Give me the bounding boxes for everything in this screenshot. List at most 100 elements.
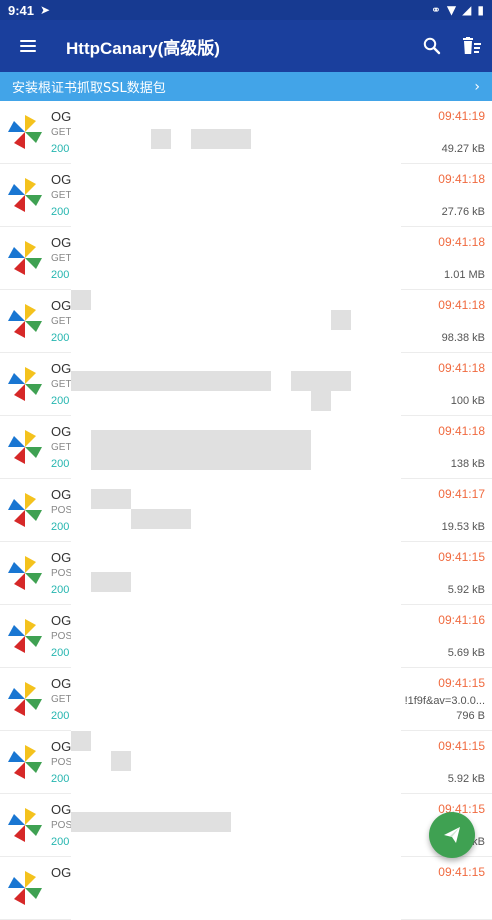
app-title: HttpCanary(高级版) [66, 38, 220, 58]
request-method: POS [51, 757, 73, 768]
request-time: 09:41:18 [438, 235, 485, 249]
request-time: 09:41:18 [438, 424, 485, 438]
redaction-block [231, 129, 251, 149]
status-code: 200 [51, 206, 70, 218]
request-method: GET [51, 379, 72, 390]
install-cert-banner[interactable]: 安装根证书抓取SSL数据包 › [0, 72, 492, 101]
status-code: 200 [51, 647, 70, 659]
redaction-block [91, 572, 131, 592]
battery-icon: ▮ [477, 3, 484, 17]
redacted-area [71, 290, 401, 353]
request-row[interactable]: OGI GET 200 09:41:18 98.38 kB [0, 290, 492, 353]
status-code: 200 [51, 332, 70, 344]
response-size: 49.27 kB [441, 143, 485, 155]
request-row[interactable]: OGI POS 200 09:41:17 19.53 kB [0, 479, 492, 542]
request-row[interactable]: OGI POS 200 09:41:16 5.69 kB [0, 605, 492, 668]
response-size: 100 kB [450, 395, 485, 407]
signal-icon: ◢ [462, 3, 472, 17]
redacted-area [71, 605, 401, 668]
redaction-block [211, 129, 231, 149]
redacted-area [71, 479, 401, 542]
request-method: GET [51, 694, 72, 705]
request-time: 09:41:18 [438, 361, 485, 375]
wifi-icon: ▼ [446, 3, 457, 17]
redacted-area [71, 731, 401, 794]
pinwheel-app-icon [8, 115, 42, 149]
pinwheel-app-icon [8, 178, 42, 212]
request-row[interactable]: OGI GET 200 09:41:15 !1f9f&av=3.0.0... 7… [0, 668, 492, 731]
request-row[interactable]: OGI GET 200 09:41:18 27.76 kB [0, 164, 492, 227]
status-code: 200 [51, 584, 70, 596]
redaction-block [91, 430, 311, 450]
request-time: 09:41:15 [438, 865, 485, 879]
status-code: 200 [51, 143, 70, 155]
request-time: 09:41:15 [438, 739, 485, 753]
response-size: 5.92 kB [447, 584, 485, 596]
status-code: 200 [51, 269, 70, 281]
redaction-block [71, 290, 91, 310]
request-row[interactable]: OGI GET 200 09:41:18 1.01 MB [0, 227, 492, 290]
redaction-block [71, 731, 91, 751]
redaction-block [191, 371, 271, 391]
request-row[interactable]: OGI GET 200 09:41:18 138 kB [0, 416, 492, 479]
status-bar: 9:41 ➤ ⚭ ▼ ◢ ▮ [0, 0, 492, 20]
request-method: POS [51, 631, 73, 642]
app-bar: HttpCanary(高级版) [0, 20, 492, 72]
request-row[interactable]: OGI GET 200 09:41:18 100 kB [0, 353, 492, 416]
request-time: 09:41:15 [438, 676, 485, 690]
redaction-block [311, 391, 331, 411]
pinwheel-app-icon [8, 745, 42, 779]
send-fab-button[interactable] [429, 812, 475, 858]
menu-icon[interactable] [0, 20, 56, 72]
request-row[interactable]: OGI POS 200 OK 09:41:15 kB [0, 794, 492, 857]
redacted-area [71, 101, 401, 164]
pinwheel-app-icon [8, 304, 42, 338]
pinwheel-app-icon [8, 556, 42, 590]
pinwheel-app-icon [8, 808, 42, 842]
response-size: 1.01 MB [444, 269, 485, 281]
redacted-area [71, 353, 401, 416]
pinwheel-app-icon [8, 367, 42, 401]
clear-list-icon[interactable] [452, 20, 492, 72]
redacted-area [71, 857, 401, 920]
response-size: 5.92 kB [447, 773, 485, 785]
request-list: OGI GET 200 09:41:19 49.27 kB OGI GET 20… [0, 101, 492, 920]
request-time: 09:41:16 [438, 613, 485, 627]
request-method: GET [51, 190, 72, 201]
status-icons: ⚭ ▼ ◢ ▮ [431, 3, 484, 17]
send-icon [444, 827, 460, 843]
request-row[interactable]: OGI POS 200 09:41:15 5.92 kB [0, 542, 492, 605]
redacted-area [71, 668, 401, 731]
request-time: 09:41:18 [438, 298, 485, 312]
redaction-block [91, 489, 131, 509]
pinwheel-app-icon [8, 241, 42, 275]
chevron-right-icon: › [474, 78, 480, 95]
request-method: GET [51, 442, 72, 453]
request-time: 09:41:15 [438, 550, 485, 564]
request-time: 09:41:17 [438, 487, 485, 501]
response-size: 98.38 kB [441, 332, 485, 344]
response-size: 19.53 kB [441, 521, 485, 533]
status-code: 200 [51, 395, 70, 407]
request-method: GET [51, 316, 72, 327]
pinwheel-app-icon [8, 682, 42, 716]
request-time: 09:41:18 [438, 172, 485, 186]
redaction-block [71, 371, 191, 391]
request-row[interactable]: OGI GET 200 09:41:19 49.27 kB [0, 101, 492, 164]
pinwheel-app-icon [8, 493, 42, 527]
search-icon[interactable] [412, 20, 452, 72]
link-icon: ⚭ [430, 3, 441, 17]
request-row[interactable]: OGI POS 200 09:41:15 5.92 kB [0, 731, 492, 794]
status-time: 9:41 [8, 2, 35, 18]
redaction-block [91, 450, 311, 470]
redacted-area [71, 416, 401, 479]
request-method: GET [51, 253, 72, 264]
banner-text: 安装根证书抓取SSL数据包 [12, 81, 166, 96]
request-method: POS [51, 820, 73, 831]
request-row[interactable]: OGM 09:41:15 [0, 857, 492, 920]
status-code: 200 [51, 710, 70, 722]
pinwheel-app-icon [8, 619, 42, 653]
response-size: 138 kB [450, 458, 485, 470]
redacted-area [71, 542, 401, 605]
redaction-block [151, 129, 171, 149]
